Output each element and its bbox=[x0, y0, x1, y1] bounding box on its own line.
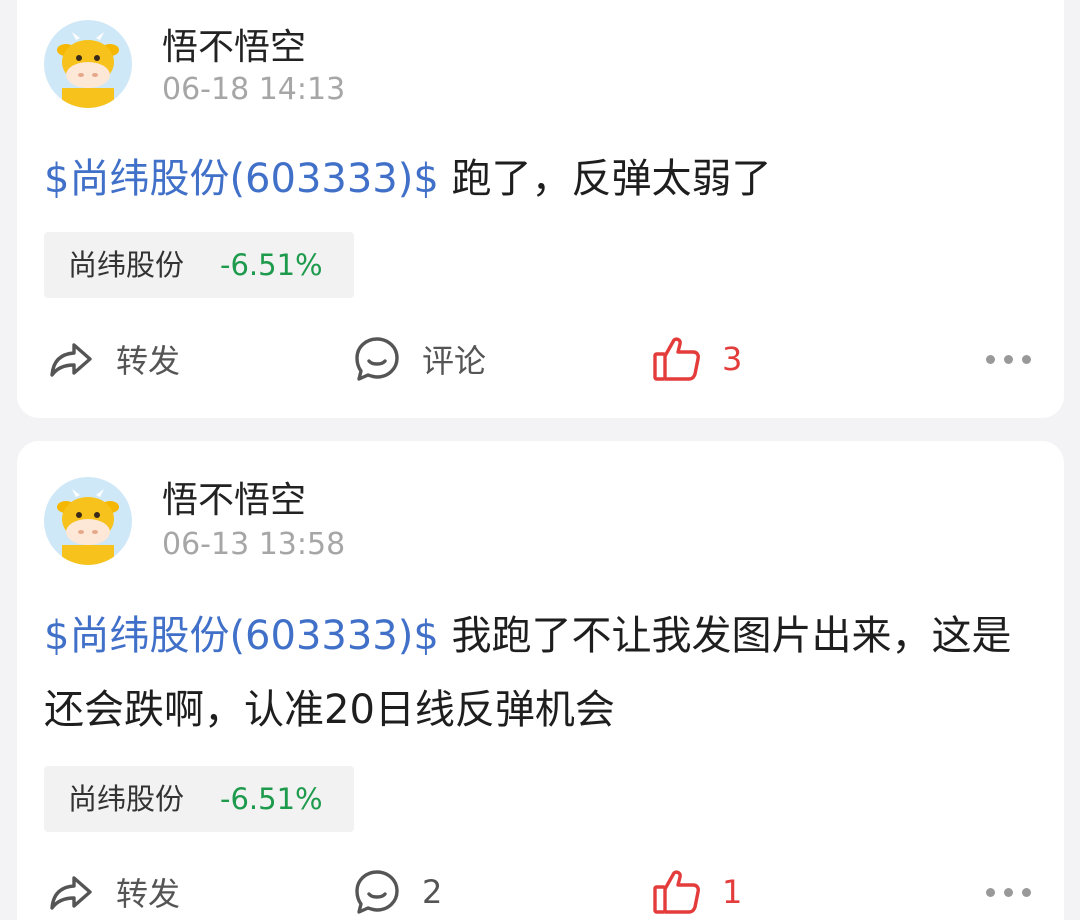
stock-tag-change: -6.51% bbox=[220, 248, 323, 282]
repost-button[interactable]: 转发 bbox=[44, 862, 180, 920]
post-feed: 悟不悟空 06-18 14:13 $尚纬股份(603333)$ 跑了，反弹太弱了… bbox=[0, 0, 1080, 920]
like-button[interactable]: 3 bbox=[650, 329, 742, 389]
post-card[interactable]: 悟不悟空 06-18 14:13 $尚纬股份(603333)$ 跑了，反弹太弱了… bbox=[17, 0, 1064, 418]
cow-avatar-icon bbox=[57, 32, 119, 108]
repost-label: 转发 bbox=[116, 875, 181, 913]
repost-button[interactable]: 转发 bbox=[44, 329, 180, 389]
avatar[interactable] bbox=[44, 477, 132, 565]
share-arrow-icon bbox=[50, 876, 92, 910]
post-card[interactable]: 悟不悟空 06-13 13:58 $尚纬股份(603333)$ 我跑了不让我发图… bbox=[17, 441, 1064, 920]
more-dots-icon bbox=[986, 329, 1031, 389]
more-button[interactable] bbox=[986, 329, 1031, 389]
comment-button[interactable]: 评论 bbox=[350, 329, 486, 389]
username[interactable]: 悟不悟空 bbox=[162, 18, 306, 70]
thumbs-up-icon bbox=[653, 870, 700, 914]
stock-link[interactable]: $尚纬股份(603333)$ bbox=[44, 156, 439, 202]
stock-tag-name: 尚纬股份 bbox=[68, 782, 185, 816]
post-timestamp: 06-18 14:13 bbox=[162, 72, 346, 107]
stock-tag[interactable]: 尚纬股份 -6.51% bbox=[44, 766, 354, 832]
post-text: $尚纬股份(603333)$ 跑了，反弹太弱了 bbox=[44, 142, 1034, 216]
cow-avatar-icon bbox=[57, 489, 119, 565]
like-count: 1 bbox=[722, 873, 743, 911]
avatar[interactable] bbox=[44, 20, 132, 108]
stock-link[interactable]: $尚纬股份(603333)$ bbox=[44, 613, 439, 659]
stock-tag[interactable]: 尚纬股份 -6.51% bbox=[44, 232, 354, 298]
share-arrow-icon bbox=[50, 343, 92, 377]
comment-count: 2 bbox=[422, 873, 443, 911]
post-text: $尚纬股份(603333)$ 我跑了不让我发图片出来，这是还会跌啊，认准20日线… bbox=[44, 599, 1034, 747]
comment-bubble-icon bbox=[355, 337, 399, 381]
comment-bubble-icon bbox=[355, 870, 399, 914]
post-text-content: 跑了，反弹太弱了 bbox=[438, 156, 772, 202]
post-timestamp: 06-13 13:58 bbox=[162, 527, 346, 562]
like-button[interactable]: 1 bbox=[650, 862, 742, 920]
more-button[interactable] bbox=[986, 862, 1031, 920]
like-count: 3 bbox=[722, 340, 743, 378]
comment-label: 评论 bbox=[422, 342, 487, 380]
stock-tag-name: 尚纬股份 bbox=[68, 248, 185, 282]
stock-tag-change: -6.51% bbox=[220, 782, 323, 816]
more-dots-icon bbox=[986, 862, 1031, 920]
thumbs-up-icon bbox=[653, 337, 700, 381]
comment-button[interactable]: 2 bbox=[350, 862, 442, 920]
repost-label: 转发 bbox=[116, 342, 181, 380]
username[interactable]: 悟不悟空 bbox=[162, 471, 306, 523]
